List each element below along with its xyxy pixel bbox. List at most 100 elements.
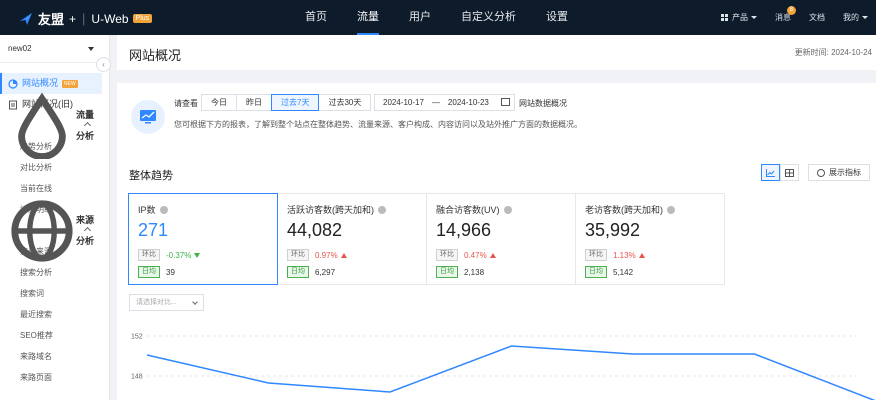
line-chart-icon <box>766 168 775 177</box>
show-metrics-button[interactable]: 展示指标 <box>808 164 870 181</box>
arrow-up-icon <box>489 252 496 258</box>
sidebar-item-search-analysis[interactable]: 搜索分析 <box>0 262 102 283</box>
arrow-up-icon <box>340 252 347 258</box>
sidebar-item-comparison[interactable]: 对比分析 <box>0 157 102 178</box>
kpi-name: IP数 <box>138 205 156 215</box>
droplet-icon <box>18 92 66 160</box>
sidebar-item-search-terms[interactable]: 搜索词 <box>0 283 102 304</box>
page-header: 网站概况 更新时间: 2024-10-24 <box>117 35 876 70</box>
kpi-name: 老访客数(跨天加和) <box>585 205 663 215</box>
arrow-up-icon <box>638 252 645 258</box>
brand-separator: | <box>82 11 86 26</box>
sidebar-item-referrer-pages[interactable]: 来路页面 <box>0 367 102 388</box>
trend-line-chart: 152 148 <box>131 334 876 400</box>
overview-icon <box>8 78 18 89</box>
filter-label: 请查看 <box>174 99 198 108</box>
y-tick-label: 152 <box>131 334 143 341</box>
date-separator: — <box>431 98 440 107</box>
chevron-down-icon <box>192 299 198 305</box>
date-range-picker[interactable]: 2024-10-17 — 2024-10-23 <box>374 94 515 111</box>
products-label: 产品 <box>732 13 748 22</box>
avg-tag: 日均 <box>287 266 309 278</box>
plus-badge: Plus <box>132 14 153 23</box>
avg-tag: 日均 <box>436 266 458 278</box>
messages-count-badge: 8 <box>786 6 796 15</box>
info-icon[interactable] <box>667 205 675 214</box>
ratio-value: -0.37% <box>166 250 192 260</box>
sidebar: new02 ‹ 网站概况 NEW 网站概况(旧) 流量分析 趋势分析 对比分析 … <box>0 35 111 400</box>
calendar-icon <box>501 98 510 106</box>
sidebar-group-traffic-analysis[interactable]: 流量分析 <box>0 92 102 160</box>
avg-value: 6,297 <box>315 267 336 277</box>
compare-select[interactable]: 请选择对比... <box>129 294 204 311</box>
info-icon[interactable] <box>503 205 512 214</box>
docs-link[interactable]: 文档 <box>809 12 825 23</box>
kpi-value: 271 <box>138 220 169 240</box>
products-menu[interactable]: 产品 <box>721 12 757 23</box>
ratio-tag: 环比 <box>585 249 607 261</box>
docs-label: 文档 <box>809 13 825 22</box>
nav-home[interactable]: 首页 <box>305 0 327 35</box>
chevron-down-icon <box>88 47 94 51</box>
brand-plus: + <box>69 11 77 26</box>
trend-title: 整体趋势 <box>129 170 173 182</box>
info-icon[interactable] <box>159 205 168 214</box>
gear-icon <box>817 168 825 177</box>
line-chart-view-button[interactable] <box>761 164 780 181</box>
sidebar-menu: 网站概况 NEW 网站概况(旧) 流量分析 趋势分析 对比分析 当前在线 访问明… <box>0 73 102 388</box>
show-metrics-label: 展示指标 <box>829 168 861 177</box>
y-tick-label: 148 <box>131 374 143 381</box>
kpi-card-active-visitors[interactable]: 活跃访客数(跨天加和) 44,082 环比 0.97% 日均 6,297 <box>277 193 427 285</box>
kpi-name: 融合访客数(UV) <box>436 205 500 215</box>
page-title: 网站概况 <box>129 48 182 63</box>
brand-name: 友盟 <box>38 12 65 27</box>
view-toggle <box>761 164 799 181</box>
avg-value: 39 <box>166 267 175 277</box>
ratio-value: 0.47% <box>464 250 487 260</box>
sidebar-collapse-button[interactable]: ‹ <box>96 57 111 72</box>
info-icon[interactable] <box>378 205 386 214</box>
kpi-name: 活跃访客数(跨天加和) <box>287 205 374 215</box>
brand-logo[interactable]: 友盟 + | U-Web Plus <box>18 9 153 28</box>
sidebar-item-seo[interactable]: SEO推荐 <box>0 325 102 346</box>
range-today-button[interactable]: 今日 <box>201 94 237 111</box>
site-selector[interactable]: new02 <box>0 35 102 63</box>
ratio-value: 0.97% <box>315 250 338 260</box>
main-nav: 首页 流量 用户 自定义分析 设置 <box>305 0 598 35</box>
date-range-buttons: 今日 昨日 过去7天 过去30天 <box>201 94 372 111</box>
sidebar-item-referrer-domains[interactable]: 来路域名 <box>0 346 102 367</box>
trend-panel: 整体趋势 展示指标 IP数 271 环比 -0.37% 日均 39 活跃访客数(跨天… <box>117 155 876 400</box>
range-yesterday-button[interactable]: 昨日 <box>236 94 272 111</box>
nav-traffic[interactable]: 流量 <box>357 0 379 35</box>
ratio-tag: 环比 <box>138 249 160 261</box>
globe-icon <box>11 199 73 262</box>
chart-monitor-icon <box>131 100 165 134</box>
table-view-button[interactable] <box>780 164 799 181</box>
date-end: 2024-10-23 <box>447 98 489 107</box>
update-time: 更新时间: 2024-10-24 <box>794 48 872 57</box>
top-navbar: 友盟 + | U-Web Plus 首页 流量 用户 自定义分析 设置 产品 消… <box>0 0 876 35</box>
sidebar-group-source-analysis[interactable]: 来源分析 <box>0 199 102 262</box>
compare-placeholder: 请选择对比... <box>136 299 177 306</box>
range-30days-button[interactable]: 过去30天 <box>318 94 372 111</box>
nav-custom-analysis[interactable]: 自定义分析 <box>461 0 516 35</box>
kpi-value: 14,966 <box>436 220 492 240</box>
avg-value: 5,142 <box>613 267 634 277</box>
kpi-card-ip[interactable]: IP数 271 环比 -0.37% 日均 39 <box>128 193 278 285</box>
nav-settings[interactable]: 设置 <box>546 0 568 35</box>
new-badge: NEW <box>62 79 78 88</box>
kpi-card-uv[interactable]: 融合访客数(UV) 14,966 环比 0.47% 日均 2,138 <box>426 193 576 285</box>
ratio-tag: 环比 <box>287 249 309 261</box>
filter-description: 您可根据下方的报表，了解到整个站点在整体趋势、流量来源、客户构成、内容访问以及站… <box>174 120 582 129</box>
messages-button[interactable]: 消息 8 <box>775 6 796 23</box>
avg-tag: 日均 <box>585 266 607 278</box>
range-7days-button[interactable]: 过去7天 <box>271 94 320 111</box>
table-icon <box>785 168 794 177</box>
umeng-logo-icon <box>20 12 32 25</box>
kpi-card-returning-visitors[interactable]: 老访客数(跨天加和) 35,992 环比 1.13% 日均 5,142 <box>575 193 725 285</box>
sidebar-item-recent-searches[interactable]: 最近搜索 <box>0 304 102 325</box>
ratio-value: 1.13% <box>613 250 636 260</box>
nav-users[interactable]: 用户 <box>409 0 431 35</box>
account-menu[interactable]: 我的 <box>843 12 868 23</box>
series-line <box>146 345 876 400</box>
